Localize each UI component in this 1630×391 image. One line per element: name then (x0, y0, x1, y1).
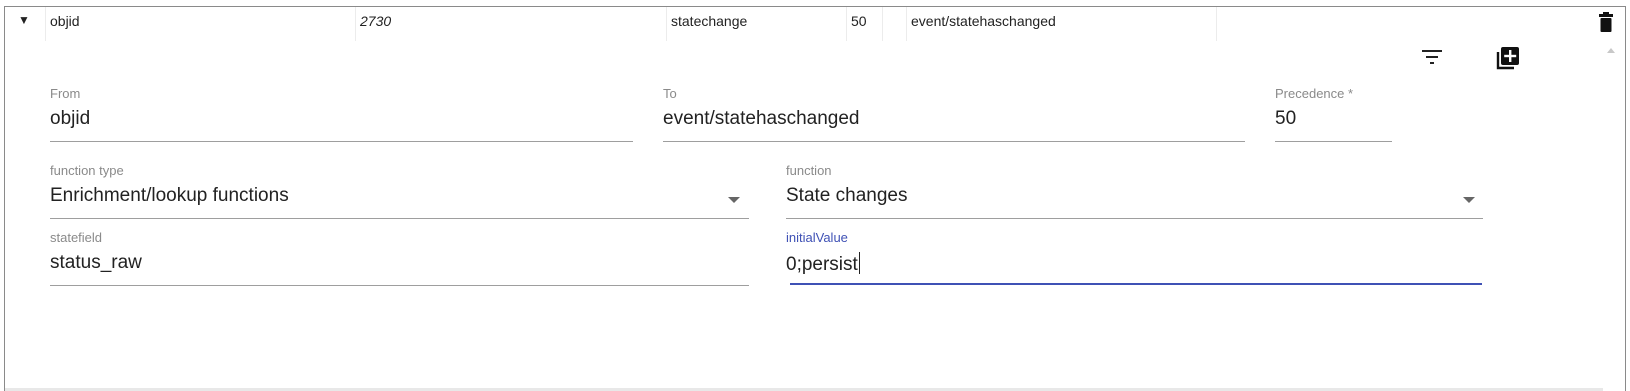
scroll-up-icon[interactable] (1607, 48, 1615, 53)
initial-value-field[interactable]: initialValue 0;persist (786, 230, 1483, 288)
summary-function-cell[interactable]: statechange (666, 7, 846, 41)
initial-value-text: 0;persist (786, 254, 858, 275)
statefield-underline (50, 285, 749, 286)
to-underline (663, 141, 1245, 142)
trash-icon[interactable] (1599, 12, 1613, 32)
function-type-label: function type (50, 163, 124, 178)
statefield-value[interactable]: status_raw (50, 252, 142, 274)
function-type-underline (50, 218, 749, 219)
from-label: From (50, 86, 81, 101)
precedence-underline (1275, 141, 1392, 142)
vertical-scrollbar[interactable] (1603, 42, 1621, 391)
summary-from-cell[interactable]: objid (45, 7, 356, 41)
precedence-label: Precedence * (1275, 86, 1354, 101)
precedence-field[interactable]: Precedence * 50 (1275, 86, 1392, 144)
function-label: function (786, 163, 832, 178)
function-type-value[interactable]: Enrichment/lookup functions (50, 185, 289, 207)
summary-to: event/statehaschanged (911, 13, 1056, 29)
statefield-field[interactable]: statefield status_raw (50, 230, 749, 288)
from-underline (50, 141, 633, 142)
initial-value-label: initialValue (786, 230, 848, 245)
text-cursor (858, 252, 860, 274)
function-value[interactable]: State changes (786, 185, 907, 207)
to-value[interactable]: event/statehaschanged (663, 108, 860, 130)
initial-value-underline-focused (790, 283, 1482, 285)
to-label: To (663, 86, 677, 101)
summary-from: objid (50, 13, 80, 29)
summary-id-cell[interactable]: 2730 (356, 7, 666, 41)
filter-icon[interactable] (1420, 47, 1444, 67)
summary-precedence: 50 (851, 13, 867, 29)
summary-to-cell[interactable]: event/statehaschanged (906, 7, 1217, 41)
precedence-value[interactable]: 50 (1275, 108, 1296, 130)
add-box-icon[interactable] (1495, 45, 1521, 71)
summary-function: statechange (671, 13, 748, 29)
summary-id: 2730 (360, 13, 392, 29)
from-value[interactable]: objid (50, 108, 90, 130)
initial-value-input[interactable]: 0;persist (786, 252, 860, 276)
function-select[interactable]: function State changes (786, 163, 1483, 221)
statefield-label: statefield (50, 230, 103, 245)
function-type-select[interactable]: function type Enrichment/lookup function… (50, 163, 749, 221)
to-field[interactable]: To event/statehaschanged (663, 86, 1245, 144)
from-field[interactable]: From objid (50, 86, 633, 144)
chevron-down-icon[interactable] (728, 197, 740, 203)
summary-precedence-cell[interactable]: 50 (846, 7, 883, 41)
function-underline (786, 218, 1483, 219)
chevron-down-icon[interactable] (1463, 197, 1475, 203)
expand-toggle-icon[interactable]: ▼ (18, 14, 30, 26)
